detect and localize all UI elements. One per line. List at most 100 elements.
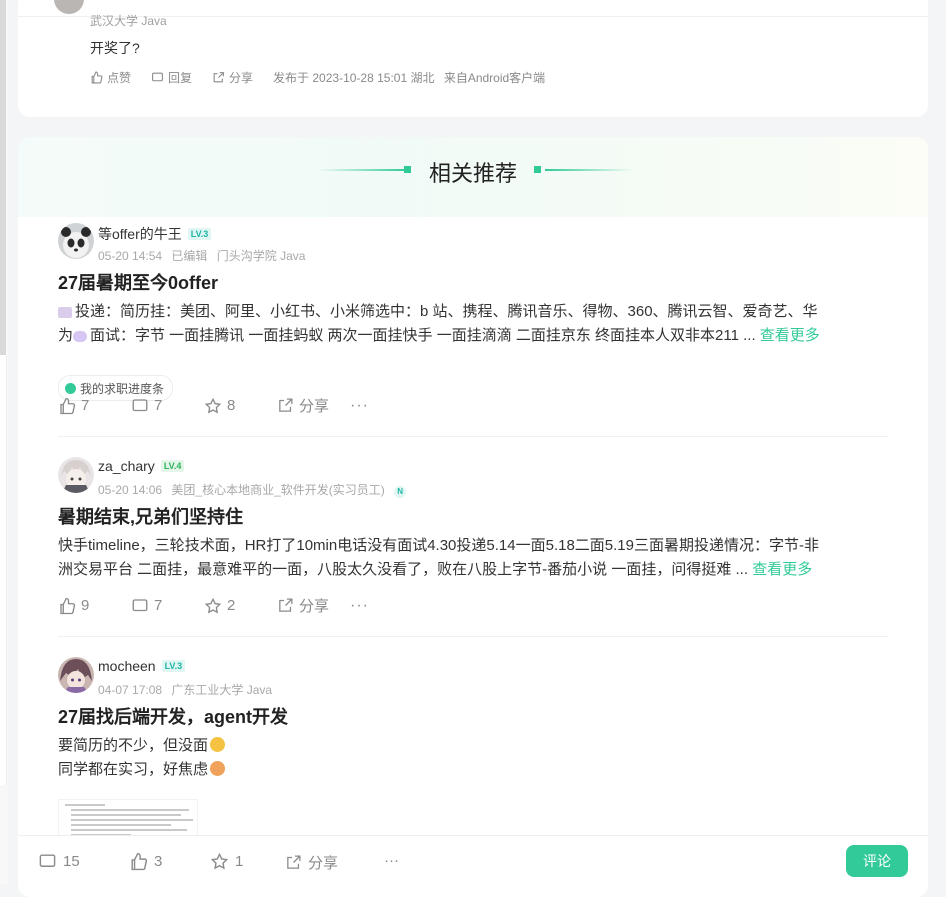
user-school: 门头沟学院 Java	[216, 249, 306, 263]
commenter-meta: 武汉大学 Java	[90, 14, 167, 28]
username-text[interactable]: za_chary	[98, 458, 155, 474]
comment-button[interactable]: 7	[131, 397, 204, 415]
envelope-emoji-icon	[58, 306, 72, 318]
anxious-face-emoji-icon	[210, 761, 226, 776]
username[interactable]: mocheen LV.3	[98, 658, 186, 674]
bottom-star-button[interactable]: 1	[210, 852, 243, 871]
speech-emoji-icon	[73, 330, 88, 342]
share-button[interactable]: 分享	[277, 595, 350, 616]
thumb-text-line	[71, 819, 193, 821]
username[interactable]: za_chary LV.4	[98, 458, 185, 474]
see-more-link[interactable]: 查看更多	[760, 327, 820, 344]
post-body[interactable]: 快手timeline，三轮技术面，HR打了10min电话没有面试4.30投递5.…	[58, 534, 888, 582]
comment-count: 7	[154, 397, 163, 414]
star-icon	[210, 852, 229, 870]
tag-icon	[65, 382, 76, 394]
comment-count: 7	[154, 597, 163, 614]
publish-time: 发布于 2023-10-28 15:01 湖北	[273, 71, 435, 85]
post-date: 05-20 14:54	[98, 249, 163, 263]
post-body-line: 洲交易平台 二面挂，最意难平的一面，八股太久没看了，败在八股上字节-番茄小说 一…	[58, 561, 749, 578]
like-button[interactable]: 9	[58, 597, 131, 615]
bottom-like-button[interactable]: 3	[129, 852, 162, 871]
left-edge-panel	[0, 355, 7, 785]
star-button[interactable]: 8	[204, 397, 277, 415]
username-text[interactable]: 等offer的牛王	[98, 224, 182, 244]
star-count: 1	[235, 853, 244, 870]
like-button[interactable]: 点赞	[90, 69, 131, 86]
post-date: 05-20 14:06	[98, 483, 163, 497]
post-divider	[58, 636, 888, 637]
flushed-face-emoji-icon	[210, 737, 226, 752]
thumb-up-icon	[60, 597, 76, 614]
post-body-line: 为	[58, 327, 74, 344]
post-body[interactable]: 投递：简历挂：美团、阿里、小红书、小米筛选中：b 站、携程、腾讯音乐、得物、36…	[58, 300, 888, 348]
user-company: 美团_核心本地商业_软件开发(实习员工)	[171, 483, 385, 497]
post-meta: 05-20 14:06 美团_核心本地商业_软件开发(实习员工) N	[98, 481, 412, 498]
left-edge-shade	[0, 0, 6, 355]
anime-avatar-icon	[58, 457, 94, 493]
publish-client: 来自Android客户端	[443, 71, 546, 85]
comment-button[interactable]: 7	[131, 597, 204, 615]
bottom-comment-button[interactable]: 15	[38, 852, 80, 871]
thumb-up-icon	[91, 71, 103, 84]
share-label: 分享	[299, 598, 330, 615]
bottom-action-bar: 15 3 1 分享 ··· 评论	[18, 835, 928, 885]
page-left-edge	[0, 0, 8, 884]
post-body-line: 面试：字节 一面挂腾讯 一面挂蚂蚁 两次一面挂快手 一面挂滴滴 二面挂京东 终面…	[90, 327, 756, 344]
section-title: 相关推荐	[428, 161, 517, 186]
post-title[interactable]: 27届暑期至今0offer	[58, 269, 218, 295]
level-badge: LV.4	[160, 460, 185, 472]
related-recommendations: 相关推荐 等offer的牛王 LV.3 05-20 14:54 已编辑 门头沟学…	[18, 137, 928, 897]
post-body[interactable]: 要简历的不少，但没面 同学都在实习，好焦虑	[58, 734, 888, 782]
thumb-text-line	[71, 809, 189, 811]
like-button[interactable]: 7	[58, 397, 131, 415]
thumb-up-icon	[131, 852, 148, 871]
comment-count: 15	[63, 853, 80, 870]
share-button[interactable]: 分享	[277, 395, 350, 416]
post-date: 04-07 17:08	[98, 683, 163, 697]
star-button[interactable]: 2	[204, 597, 277, 615]
share-icon	[287, 855, 301, 869]
comment-icon	[39, 854, 56, 867]
edited-label: 已编辑	[171, 249, 208, 263]
panda-avatar-icon	[58, 223, 94, 259]
like-count: 3	[154, 853, 163, 870]
share-label: 分享	[229, 71, 254, 85]
bottom-more-button[interactable]: ···	[384, 852, 399, 869]
comment-icon	[132, 398, 148, 411]
comment-text: 开奖了?	[90, 40, 140, 56]
commenter-avatar[interactable]	[54, 0, 84, 14]
title-dot-right	[534, 166, 541, 173]
post-actions: 9 7 2 分享 ···	[58, 595, 380, 616]
like-count: 7	[81, 397, 90, 414]
avatar[interactable]	[58, 457, 94, 493]
write-comment-button[interactable]: 评论	[846, 845, 908, 877]
share-button[interactable]: 分享	[212, 69, 253, 86]
thumb-up-icon	[60, 397, 76, 414]
comment-card: 武汉大学 Java 开奖了? 点赞 回复 分享 发布于 2023-10-28 1…	[18, 0, 928, 117]
bottom-share-button[interactable]: 分享	[285, 852, 338, 873]
see-more-link[interactable]: 查看更多	[752, 561, 812, 578]
post-meta: 04-07 17:08 广东工业大学 Java	[98, 681, 278, 698]
post-body-line: 同学都在实习，好焦虑	[58, 761, 209, 778]
avatar[interactable]	[58, 223, 94, 259]
post-title[interactable]: 暑期结束,兄弟们坚持住	[58, 503, 243, 529]
star-count: 8	[227, 397, 236, 414]
star-icon	[204, 397, 222, 413]
username[interactable]: 等offer的牛王 LV.3	[98, 224, 212, 244]
post-meta: 05-20 14:54 已编辑 门头沟学院 Java	[98, 247, 311, 264]
comment-icon	[132, 598, 148, 611]
like-count: 9	[81, 597, 90, 614]
reply-button[interactable]: 回复	[151, 69, 192, 86]
share-icon	[213, 72, 224, 83]
like-label: 点赞	[107, 71, 132, 85]
more-options-button[interactable]: ···	[350, 597, 380, 615]
star-icon	[204, 597, 222, 613]
anime-avatar-icon	[58, 657, 94, 693]
avatar[interactable]	[58, 657, 94, 693]
post-title[interactable]: 27届找后端开发，agent开发	[58, 703, 288, 729]
share-icon	[279, 398, 293, 412]
more-options-button[interactable]: ···	[350, 397, 380, 415]
post-body-line: 投递：简历挂：美团、阿里、小红书、小米筛选中：b 站、携程、腾讯音乐、得物、36…	[75, 303, 818, 320]
username-text[interactable]: mocheen	[98, 658, 156, 674]
